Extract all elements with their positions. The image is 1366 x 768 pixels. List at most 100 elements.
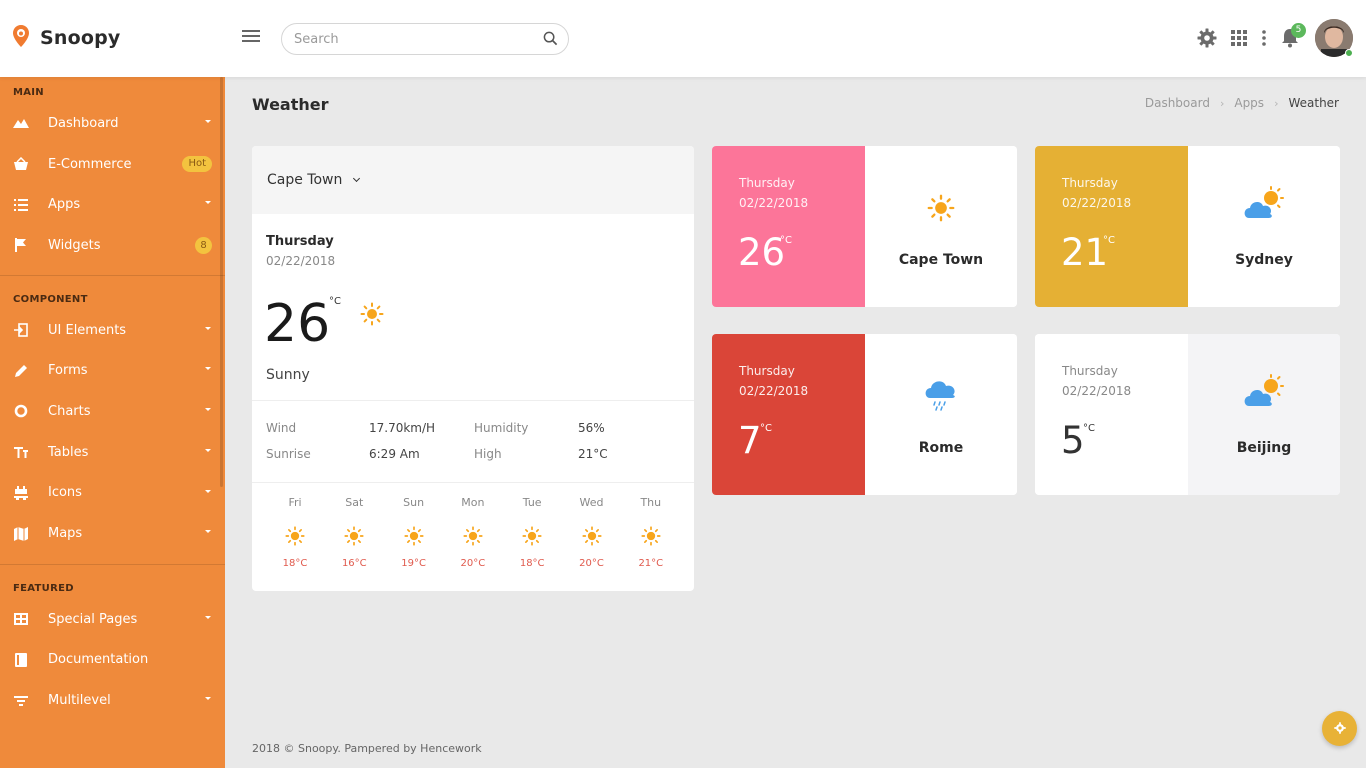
sidebar-item-label: Charts [48,403,91,419]
forecast-day-mon: Mon 20°C [443,496,503,569]
brand-logo-icon [12,24,30,52]
sidebar-item-tables[interactable]: Tables [0,432,225,473]
menu-toggle-icon[interactable] [242,30,260,44]
sidebar-item-label: Icons [48,485,82,501]
city-weather-card-cape-town[interactable]: Thursday 02/22/2018 26 °C Cape Town [712,146,1017,307]
forecast-day-label: Fri [288,496,302,509]
footer-text: 2018 © Snoopy. Pampered by Hencework [252,742,482,755]
sidebar-item-special-pages[interactable]: Special Pages [0,599,225,640]
city-card-name: Cape Town [898,252,984,268]
sidebar-item-widgets[interactable]: Widgets 8 [0,225,225,266]
selected-city: Cape Town [267,172,343,188]
chevron-down-icon [353,174,361,183]
search-input[interactable] [294,24,534,54]
cloud-sun-icon [1188,186,1340,222]
city-card-unit: °C [760,423,772,434]
city-card-name: Rome [918,440,964,456]
flag-icon [13,237,29,253]
forecast-temp: 20°C [579,558,604,569]
city-card-date: 02/22/2018 [739,196,809,210]
sidebar-item-ui-elements[interactable]: UI Elements [0,310,225,351]
city-selector-header: Cape Town [252,146,694,214]
city-weather-card-sydney[interactable]: Thursday 02/22/2018 21 °C Sydney [1035,146,1340,307]
forecast-day-fri: Fri 18°C [265,496,325,569]
sidebar-item-maps[interactable]: Maps [0,513,225,554]
breadcrumb: Dashboard › Apps › Weather [1145,96,1339,110]
settings-gear-icon[interactable] [1197,28,1217,52]
list-icon [13,197,29,213]
sun-icon [443,522,503,550]
sidebar-item-label: Widgets [48,237,101,253]
city-card-date: 02/22/2018 [739,384,809,398]
city-card-day: Thursday [739,364,795,378]
forecast-temp: 20°C [460,558,486,569]
city-card-temp: 5 [1061,419,1085,462]
sun-icon [502,522,562,550]
sidebar-item-multilevel[interactable]: Multilevel [0,680,225,721]
breadcrumb-dashboard[interactable]: Dashboard [1145,96,1210,110]
humidity-label: Humidity [474,421,529,435]
settings-fab-button[interactable] [1322,711,1357,746]
city-card-right: Rome [865,334,1017,495]
divider [252,482,694,483]
city-card-right: Cape Town [865,146,1017,307]
sidebar-item-charts[interactable]: Charts [0,391,225,432]
sun-icon [324,522,384,550]
city-card-name: Sydney [1235,252,1293,268]
city-weather-card-rome[interactable]: Thursday 02/22/2018 7 °C Rome [712,334,1017,495]
book-icon [13,652,29,668]
cloud-sun-icon [1188,374,1340,410]
page-title: Weather [252,95,329,114]
forecast-day-label: Tue [522,496,542,509]
sidebar-item-ecommerce[interactable]: E-Commerce Hot [0,144,225,185]
wind-value: 17.70km/H [369,421,436,435]
sidebar-item-documentation[interactable]: Documentation [0,640,225,681]
forecast-temp: 18°C [519,558,545,569]
breadcrumb-apps[interactable]: Apps [1234,96,1264,110]
high-label: High [474,447,502,461]
sidebar-item-icons[interactable]: Icons [0,473,225,514]
sun-icon [562,522,622,550]
search-box [281,23,569,55]
sidebar-item-forms[interactable]: Forms [0,350,225,391]
city-card-unit: °C [1103,235,1115,246]
city-card-name: Beijing [1236,440,1292,456]
sidebar-item-label: Multilevel [48,693,111,709]
forecast-temp: 16°C [341,558,367,569]
search-icon[interactable] [543,31,558,50]
chevron-down-icon [205,489,211,493]
sidebar: MAIN Dashboard E-Commerce Hot Apps Widge… [0,77,225,768]
chevron-down-icon [205,615,211,619]
notification-count-badge: 5 [1291,23,1306,38]
city-card-left: Thursday 02/22/2018 21 °C [1035,146,1188,307]
city-selector-dropdown[interactable]: Cape Town [267,172,361,188]
sidebar-item-label: Dashboard [48,115,119,131]
city-card-unit: °C [1083,423,1095,434]
sidebar-item-label: Documentation [48,652,149,668]
forecast-day-label: Mon [461,496,485,509]
city-card-date: 02/22/2018 [1062,196,1132,210]
city-card-right: Sydney [1188,146,1340,307]
filter-icon [13,693,29,709]
sun-icon [384,522,444,550]
chevron-down-icon [205,201,211,205]
city-weather-card-beijing[interactable]: Thursday 02/22/2018 5 °C Beijing [1035,334,1340,495]
brand[interactable]: Snoopy [12,24,121,52]
forecast-day-label: Sat [345,496,364,509]
sun-icon [865,194,1017,222]
sidebar-section-featured: FEATURED [13,582,74,594]
basket-icon [13,156,29,172]
city-card-temp: 26 [738,231,786,274]
apps-grid-icon[interactable] [1231,30,1247,50]
chevron-down-icon [205,408,211,412]
forecast-day-sat: Sat 16°C [324,496,384,569]
sidebar-item-apps[interactable]: Apps [0,184,225,225]
city-card-left: Thursday 02/22/2018 5 °C [1035,334,1188,495]
city-card-temp: 21 [1061,231,1109,274]
chevron-down-icon [205,326,211,330]
more-vertical-icon[interactable] [1261,30,1267,50]
forecast-day-tue: Tue 18°C [502,496,562,569]
sidebar-item-label: Forms [48,363,88,379]
sidebar-item-dashboard[interactable]: Dashboard [0,103,225,144]
forecast-temp: 19°C [401,558,426,569]
